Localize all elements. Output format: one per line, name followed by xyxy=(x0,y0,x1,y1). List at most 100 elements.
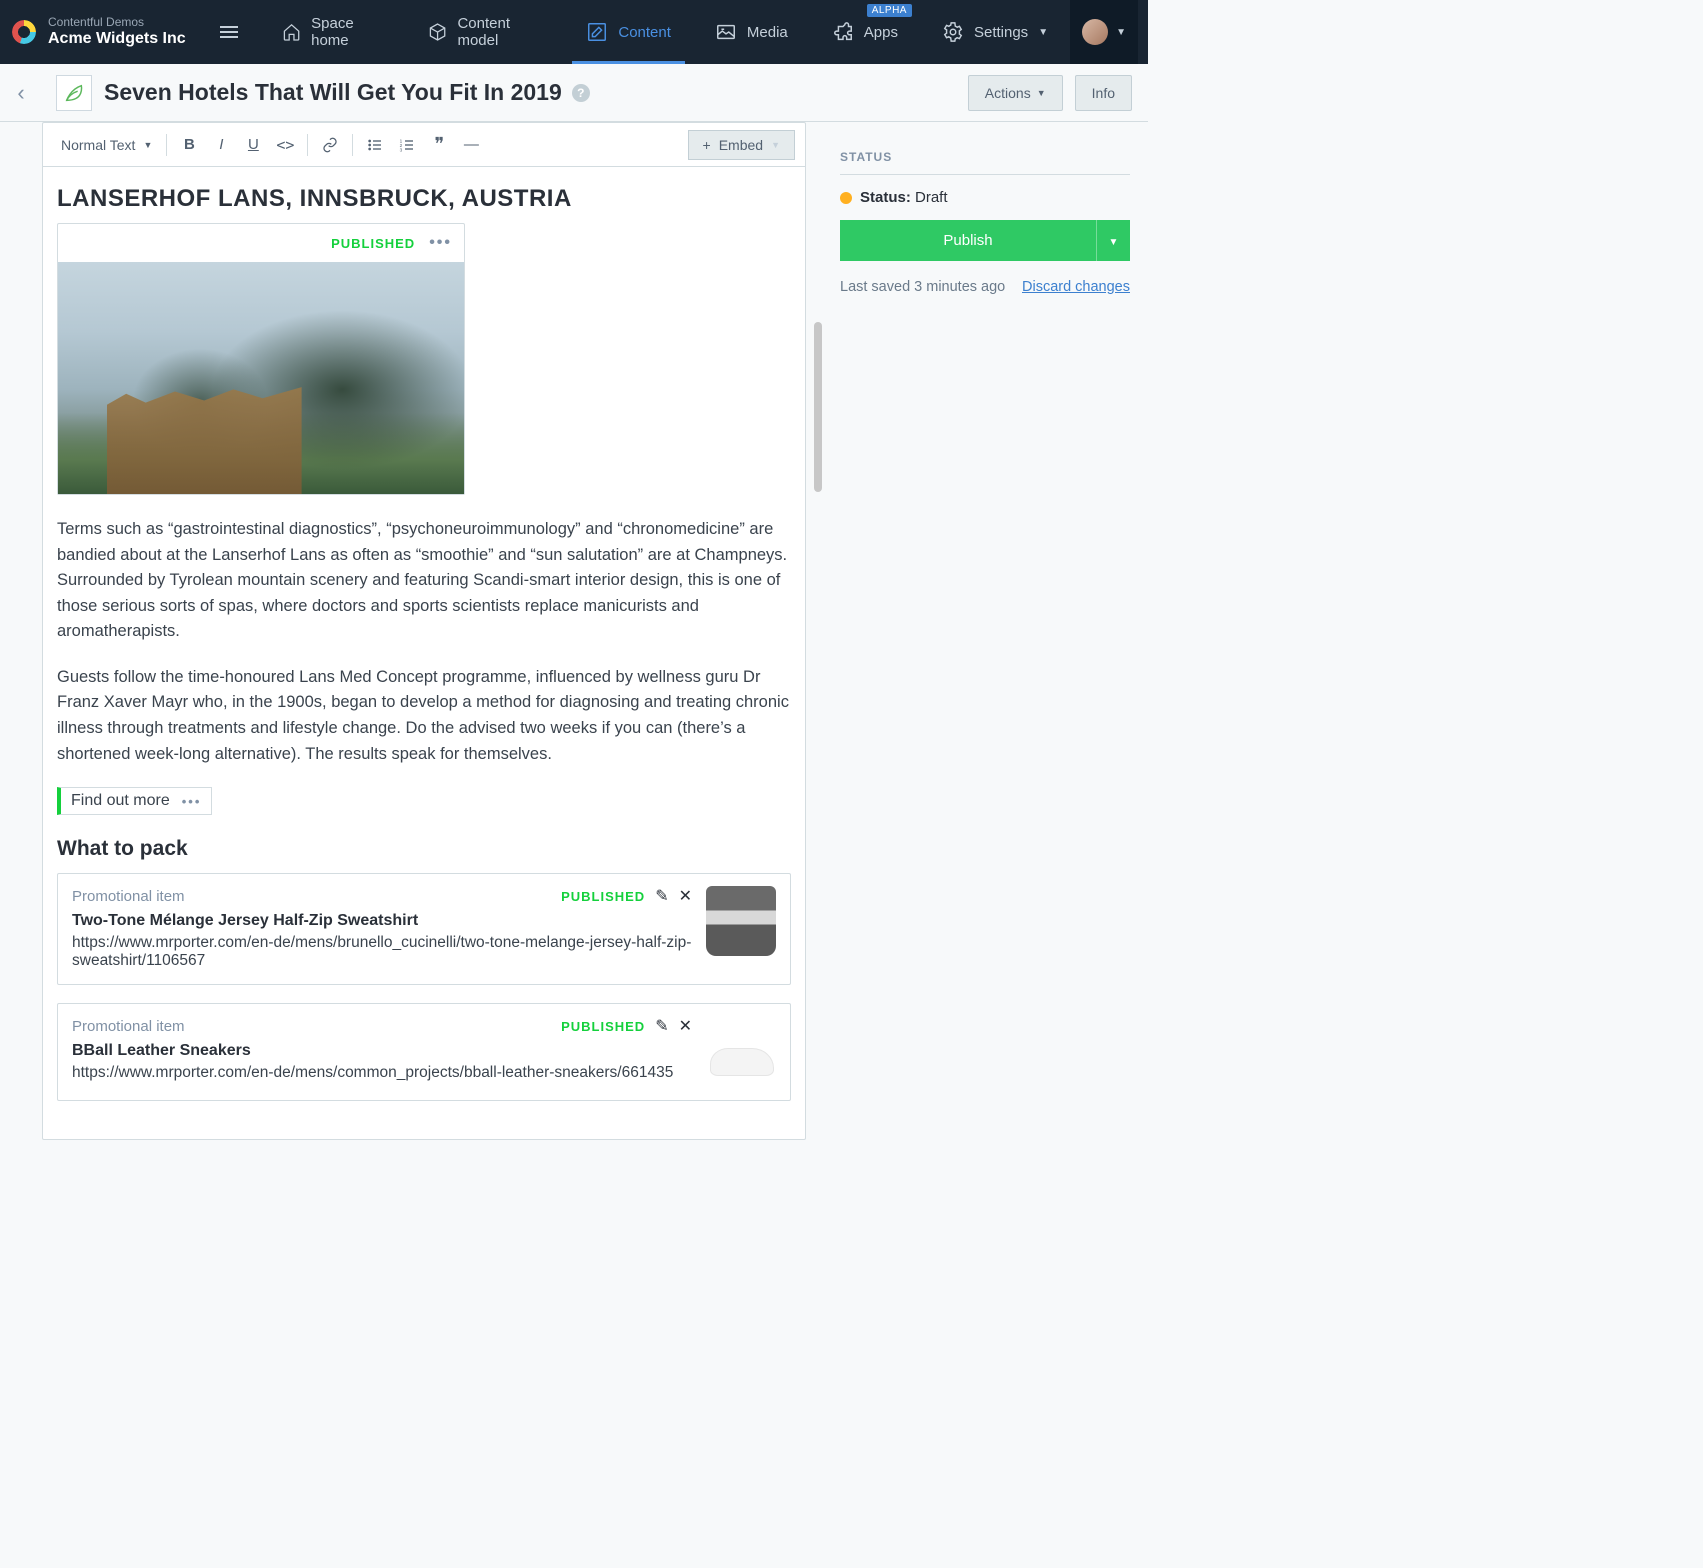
chevron-down-icon: ▼ xyxy=(771,140,780,150)
text-style-select[interactable]: Normal Text ▼ xyxy=(53,133,160,157)
entry-type: Promotional item xyxy=(72,888,185,905)
contentful-logo-icon xyxy=(12,20,36,44)
inline-entry[interactable]: Find out more ••• xyxy=(57,787,212,815)
editor-column: Normal Text ▼ B I U <> 123 ❞ xyxy=(0,122,806,1057)
nav-label: Content model xyxy=(457,15,542,49)
code-button[interactable]: <> xyxy=(269,136,301,154)
user-menu[interactable]: ▼ xyxy=(1070,0,1138,64)
discard-changes-link[interactable]: Discard changes xyxy=(1022,279,1130,295)
nav-content[interactable]: Content xyxy=(564,0,693,64)
chevron-down-icon: ▼ xyxy=(1038,27,1048,38)
subheading: What to pack xyxy=(57,837,791,861)
paragraph: Guests follow the time-honoured Lans Med… xyxy=(57,665,791,767)
status-value: Draft xyxy=(915,189,948,206)
entry-status: PUBLISHED xyxy=(561,889,645,904)
avatar xyxy=(1082,19,1108,45)
italic-button[interactable]: I xyxy=(205,136,237,153)
info-label: Info xyxy=(1092,85,1115,101)
entry-header: ‹ Seven Hotels That Will Get You Fit In … xyxy=(0,64,1148,122)
org-name: Contentful Demos xyxy=(48,16,186,30)
last-saved: Last saved 3 minutes ago xyxy=(840,279,1005,295)
status-row: Status: Draft xyxy=(840,189,1130,206)
edit-icon[interactable]: ✎ xyxy=(655,1016,668,1036)
ul-button[interactable] xyxy=(359,137,391,153)
chevron-down-icon: ▼ xyxy=(1116,27,1126,38)
nav-label: Space home xyxy=(311,15,384,49)
home-icon xyxy=(282,21,301,43)
bold-button[interactable]: B xyxy=(173,136,205,153)
quote-button[interactable]: ❞ xyxy=(423,134,455,155)
entry-thumbnail xyxy=(706,886,776,956)
chevron-down-icon: ▼ xyxy=(1109,237,1119,248)
edit-icon[interactable]: ✎ xyxy=(655,886,668,906)
nav-label: Media xyxy=(747,24,788,41)
underline-button[interactable]: U xyxy=(237,136,269,153)
asset-image xyxy=(58,262,464,494)
separator xyxy=(166,134,167,156)
entry-title: BBall Leather Sneakers xyxy=(72,1042,692,1060)
more-icon[interactable]: ••• xyxy=(429,234,452,252)
org-switcher[interactable]: Contentful Demos Acme Widgets Inc xyxy=(0,0,260,64)
chevron-down-icon: ▼ xyxy=(1037,88,1046,98)
status-section-label: STATUS xyxy=(840,150,1130,175)
entry-thumbnail xyxy=(706,1016,776,1086)
hamburger-icon[interactable] xyxy=(212,15,246,49)
entry-url: https://www.mrporter.com/en-de/mens/brun… xyxy=(72,934,692,970)
publish-caret-button[interactable]: ▼ xyxy=(1096,220,1130,261)
top-navigation: Contentful Demos Acme Widgets Inc Space … xyxy=(0,0,1148,64)
help-icon[interactable]: ? xyxy=(572,84,590,102)
entry-type: Promotional item xyxy=(72,1018,185,1035)
space-name: Acme Widgets Inc xyxy=(48,30,186,48)
link-icon xyxy=(322,137,338,153)
embedded-entry-card[interactable]: Promotional item PUBLISHED ✎ ✕ BBall Lea… xyxy=(57,1003,791,1101)
embedded-entry-card[interactable]: Promotional item PUBLISHED ✎ ✕ Two-Tone … xyxy=(57,873,791,985)
entry-status: PUBLISHED xyxy=(561,1019,645,1034)
status-dot-icon xyxy=(840,192,852,204)
actions-button[interactable]: Actions ▼ xyxy=(968,75,1063,111)
nav-label: Settings xyxy=(974,24,1028,41)
nav-apps[interactable]: ALPHA Apps xyxy=(810,0,920,64)
entry-title: Two-Tone Mélange Jersey Half-Zip Sweatsh… xyxy=(72,912,692,930)
close-icon[interactable]: ✕ xyxy=(679,886,692,906)
nav-content-model[interactable]: Content model xyxy=(406,0,564,64)
page-title: Seven Hotels That Will Get You Fit In 20… xyxy=(104,79,562,106)
media-icon xyxy=(715,21,737,43)
edit-icon xyxy=(586,21,608,43)
status-key: Status: xyxy=(860,189,911,206)
back-button[interactable]: ‹ xyxy=(0,80,42,106)
editor-body[interactable]: LANSERHOF LANS, INNSBRUCK, AUSTRIA PUBLI… xyxy=(43,167,805,1139)
list-ul-icon xyxy=(367,137,383,153)
plus-icon: + xyxy=(703,137,711,153)
embedded-asset-card[interactable]: PUBLISHED ••• xyxy=(57,223,465,495)
nav-space-home[interactable]: Space home xyxy=(260,0,406,64)
editor-toolbar: Normal Text ▼ B I U <> 123 ❞ xyxy=(43,123,805,167)
list-ol-icon: 123 xyxy=(399,137,415,153)
puzzle-icon xyxy=(832,21,854,43)
paragraph: Terms such as “gastrointestinal diagnost… xyxy=(57,517,791,645)
main: Normal Text ▼ B I U <> 123 ❞ xyxy=(0,122,1148,1057)
separator xyxy=(307,134,308,156)
box-icon xyxy=(428,21,447,43)
separator xyxy=(352,134,353,156)
asset-status: PUBLISHED xyxy=(331,236,415,251)
inline-entry-label: Find out more xyxy=(71,792,170,810)
sidebar: STATUS Status: Draft Publish ▼ Last save… xyxy=(806,122,1148,1057)
hr-button[interactable]: — xyxy=(455,136,487,153)
scrollbar-thumb[interactable] xyxy=(814,322,822,492)
publish-button[interactable]: Publish xyxy=(840,220,1096,261)
link-button[interactable] xyxy=(314,137,346,153)
embed-button[interactable]: + Embed ▼ xyxy=(688,130,795,160)
nav-label: Content xyxy=(618,24,671,41)
info-button[interactable]: Info xyxy=(1075,75,1132,111)
text-style-label: Normal Text xyxy=(61,137,135,153)
alpha-badge: ALPHA xyxy=(867,4,912,17)
ol-button[interactable]: 123 xyxy=(391,137,423,153)
more-icon[interactable]: ••• xyxy=(182,794,202,809)
close-icon[interactable]: ✕ xyxy=(679,1016,692,1036)
embed-label: Embed xyxy=(719,137,763,153)
rich-text-editor: Normal Text ▼ B I U <> 123 ❞ xyxy=(42,122,806,1140)
entry-url: https://www.mrporter.com/en-de/mens/comm… xyxy=(72,1064,692,1082)
nav-settings[interactable]: Settings ▼ xyxy=(920,0,1070,64)
nav-media[interactable]: Media xyxy=(693,0,810,64)
gear-icon xyxy=(942,21,964,43)
